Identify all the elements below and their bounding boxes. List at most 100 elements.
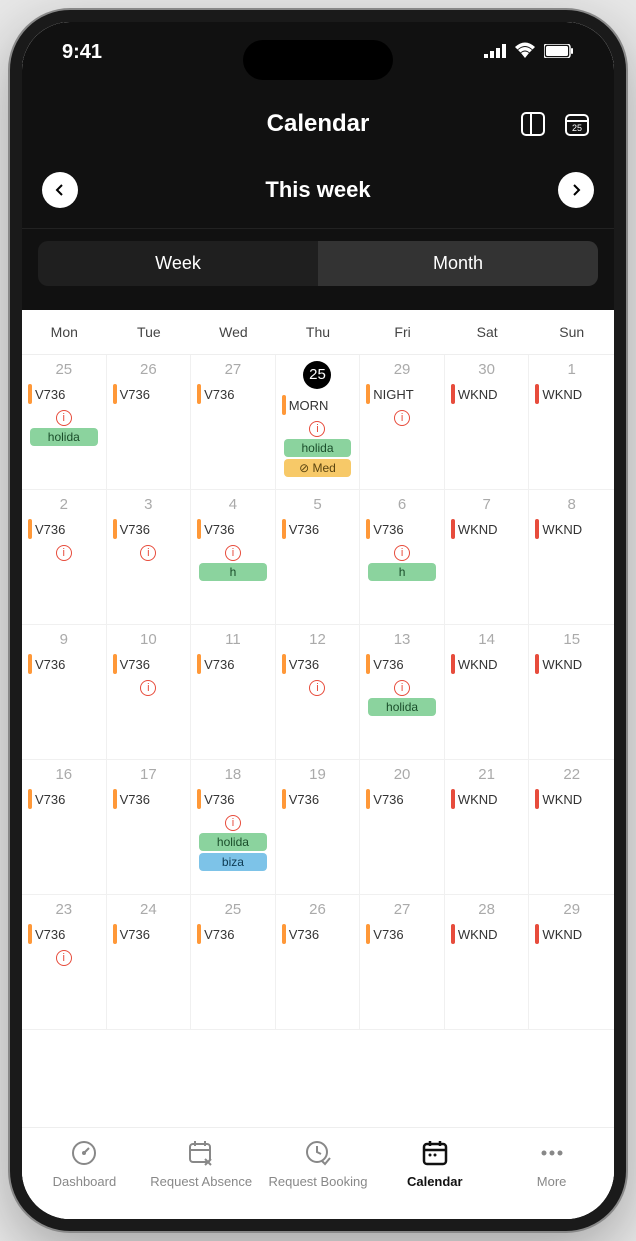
- calendar-cell[interactable]: 8WKND: [529, 490, 614, 625]
- calendar-cell[interactable]: 17V736: [107, 760, 192, 895]
- calendar-cell[interactable]: 12V736i: [276, 625, 361, 760]
- info-icon: i: [394, 410, 410, 426]
- calendar-cell[interactable]: 24V736: [107, 895, 192, 1030]
- today-icon[interactable]: 25: [560, 107, 594, 141]
- shift-color-bar: [282, 924, 286, 944]
- shift-label: V736: [109, 654, 189, 674]
- day-number: 29: [563, 901, 580, 918]
- day-number: 4: [229, 496, 237, 513]
- tab-request-absence[interactable]: Request Absence: [143, 1138, 260, 1189]
- shift-label: V736: [193, 384, 273, 404]
- prev-button[interactable]: [42, 172, 78, 208]
- segment-week[interactable]: Week: [38, 241, 318, 286]
- nav-title: This week: [265, 177, 370, 203]
- svg-text:25: 25: [572, 123, 582, 133]
- shift-label: V736: [24, 924, 104, 944]
- shift-color-bar: [451, 924, 455, 944]
- calendar-cell[interactable]: 26V736: [276, 895, 361, 1030]
- shift-label: V736: [278, 924, 358, 944]
- shift-label: V736: [193, 924, 273, 944]
- day-number: 24: [140, 901, 157, 918]
- day-number: 27: [394, 901, 411, 918]
- shift-color-bar: [451, 519, 455, 539]
- shift-color-bar: [282, 519, 286, 539]
- tab-calendar[interactable]: Calendar: [376, 1138, 493, 1189]
- day-number: 10: [140, 631, 157, 648]
- tab-more[interactable]: More: [493, 1138, 610, 1189]
- segment-month[interactable]: Month: [318, 241, 598, 286]
- calendar-cell[interactable]: 25V736iholida: [22, 355, 107, 490]
- battery-icon: [544, 41, 574, 64]
- calendar-cell[interactable]: 29WKND: [529, 895, 614, 1030]
- calendar[interactable]: MonTueWedThuFriSatSun 25V736iholida26V73…: [22, 310, 614, 1127]
- day-number: 18: [225, 766, 242, 783]
- calendar-cell[interactable]: 25V736: [191, 895, 276, 1030]
- calendar-cell[interactable]: 21WKND: [445, 760, 530, 895]
- calendar-cell[interactable]: 5 V736: [276, 490, 361, 625]
- shift-label: V736: [278, 519, 358, 539]
- day-number: 14: [478, 631, 495, 648]
- event-tag: biza: [199, 853, 267, 871]
- sidebar-icon[interactable]: [516, 107, 550, 141]
- calendar-cell[interactable]: 18V736iholidabiza: [191, 760, 276, 895]
- calendar-cell[interactable]: 14WKND: [445, 625, 530, 760]
- calendar-cell[interactable]: 6V736ih: [360, 490, 445, 625]
- shift-color-bar: [535, 654, 539, 674]
- calendar-cell[interactable]: 20V736: [360, 760, 445, 895]
- calendar-cell[interactable]: 3V736i: [107, 490, 192, 625]
- shift-label: V736: [109, 384, 189, 404]
- calendar-cell[interactable]: 29NIGHTi: [360, 355, 445, 490]
- page-title: Calendar: [267, 110, 370, 138]
- next-button[interactable]: [558, 172, 594, 208]
- calendar-cell[interactable]: 30 WKND: [445, 355, 530, 490]
- shift-color-bar: [282, 395, 286, 415]
- shift-color-bar: [366, 924, 370, 944]
- calendar-cell[interactable]: 19V736: [276, 760, 361, 895]
- calendar-cell[interactable]: 7WKND: [445, 490, 530, 625]
- shift-color-bar: [366, 789, 370, 809]
- calendar-cell[interactable]: 26V736: [107, 355, 192, 490]
- calendar-cell[interactable]: 27V736: [360, 895, 445, 1030]
- calendar-cell[interactable]: 10V736i: [107, 625, 192, 760]
- shift-color-bar: [451, 654, 455, 674]
- day-number: 5: [313, 496, 321, 513]
- day-header: Wed: [191, 310, 276, 354]
- calendar-cell[interactable]: 1WKND: [529, 355, 614, 490]
- tab-dashboard[interactable]: Dashboard: [26, 1138, 143, 1189]
- calendar-cell[interactable]: 13V736iholida: [360, 625, 445, 760]
- calendar-cell[interactable]: 22WKND: [529, 760, 614, 895]
- shift-color-bar: [197, 519, 201, 539]
- shift-color-bar: [28, 924, 32, 944]
- day-number: 27: [225, 361, 242, 378]
- shift-label: WKND: [447, 924, 527, 944]
- shift-label: NIGHT: [362, 384, 442, 404]
- info-icon: i: [309, 680, 325, 696]
- info-icon: i: [394, 680, 410, 696]
- tab-request-booking[interactable]: Request Booking: [260, 1138, 377, 1189]
- calendar-cell[interactable]: 4V736ih: [191, 490, 276, 625]
- calendar-cell[interactable]: 2V736i: [22, 490, 107, 625]
- calendar-cell[interactable]: 16V736: [22, 760, 107, 895]
- clock-check-icon: [303, 1138, 333, 1168]
- calendar-cell[interactable]: 23V736i: [22, 895, 107, 1030]
- day-number: 30: [478, 361, 495, 378]
- shift-label: WKND: [447, 384, 527, 404]
- calendar-cell[interactable]: 28WKND: [445, 895, 530, 1030]
- calendar-cell[interactable]: 15WKND: [529, 625, 614, 760]
- day-number: 23: [55, 901, 72, 918]
- calendar-cell[interactable]: 11V736: [191, 625, 276, 760]
- day-number: 19: [309, 766, 326, 783]
- info-icon: i: [225, 815, 241, 831]
- calendar-cell[interactable]: 25MORNiholida⊘ Med: [276, 355, 361, 490]
- shift-label: V736: [24, 789, 104, 809]
- info-icon: i: [140, 545, 156, 561]
- shift-color-bar: [113, 789, 117, 809]
- calendar-cell[interactable]: 9V736: [22, 625, 107, 760]
- event-tag: holida: [368, 698, 436, 716]
- day-number: 22: [563, 766, 580, 783]
- day-number: 2: [60, 496, 68, 513]
- shift-label: V736: [193, 654, 273, 674]
- day-number: 15: [563, 631, 580, 648]
- shift-color-bar: [535, 519, 539, 539]
- calendar-cell[interactable]: 27 V736: [191, 355, 276, 490]
